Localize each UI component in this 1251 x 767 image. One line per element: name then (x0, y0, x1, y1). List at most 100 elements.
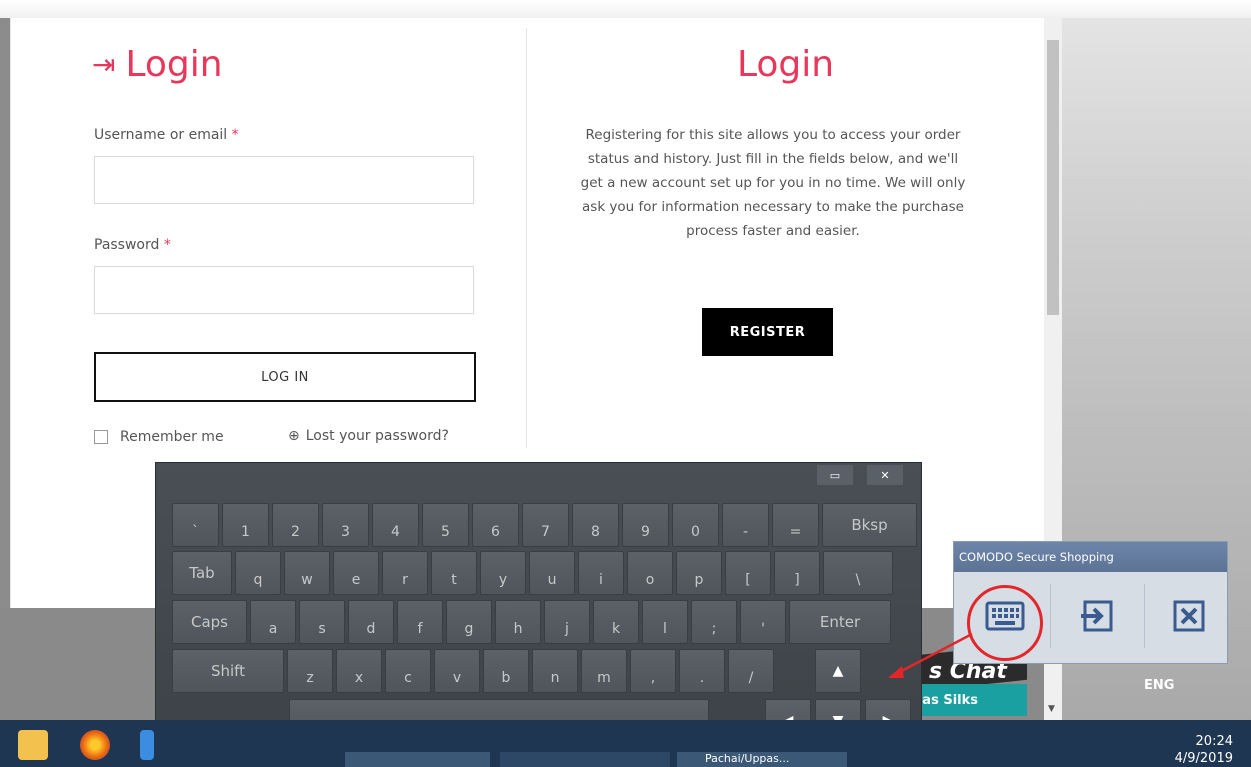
key-row4-9[interactable]: . (679, 649, 725, 693)
column-divider (526, 28, 527, 448)
required-mark: * (231, 127, 239, 143)
key-row2-13[interactable]: \ (823, 551, 893, 595)
taskbar-window[interactable] (345, 752, 490, 767)
scroll-down-icon[interactable]: ▼ (1048, 704, 1055, 714)
remember-me[interactable]: Remember me (94, 429, 224, 445)
required-mark: * (163, 237, 171, 253)
panel-separator (1144, 584, 1145, 648)
key-row2-2[interactable]: w (284, 551, 330, 595)
key-row3-3[interactable]: d (348, 600, 394, 644)
key-row3-1[interactable]: a (250, 600, 296, 644)
clock-date: 4/9/2019 (1174, 751, 1233, 766)
key-row3-7[interactable]: j (544, 600, 590, 644)
key-row4-8[interactable]: , (630, 649, 676, 693)
key-row4-2[interactable]: x (336, 649, 382, 693)
key-row4-3[interactable]: c (385, 649, 431, 693)
key-row1-4[interactable]: 4 (372, 503, 419, 547)
taskbar-window-active[interactable]: Pachai/Uppas... (677, 752, 847, 767)
system-clock[interactable]: 20:24 4/9/2019 (1175, 733, 1233, 767)
panel-separator (1050, 584, 1051, 648)
taskbar-window[interactable] (500, 752, 670, 767)
key-row1-8[interactable]: 8 (572, 503, 619, 547)
key-row2-3[interactable]: e (333, 551, 379, 595)
key-row1-0[interactable]: ` (172, 503, 219, 547)
key-row4-5[interactable]: b (483, 649, 529, 693)
key-row2-7[interactable]: u (529, 551, 575, 595)
lifebuoy-icon: ⊕ (288, 428, 300, 444)
key-row4-0[interactable]: Shift (172, 649, 284, 693)
language-indicator: ENG (1144, 678, 1175, 693)
login-heading: ⇥ Login (92, 44, 223, 85)
key-up[interactable]: ▲ (815, 649, 861, 693)
key-row3-6[interactable]: h (495, 600, 541, 644)
register-heading: Login (736, 44, 835, 85)
key-row1-5[interactable]: 5 (422, 503, 469, 547)
key-row2-8[interactable]: i (578, 551, 624, 595)
key-row1-2[interactable]: 2 (272, 503, 319, 547)
close-panel-button[interactable] (1146, 576, 1232, 656)
sign-in-icon: ⇥ (92, 48, 116, 81)
key-row1-9[interactable]: 9 (622, 503, 669, 547)
restore-icon: ▭ (829, 468, 841, 482)
username-input[interactable] (94, 156, 474, 204)
register-button-label: REGISTER (729, 324, 806, 340)
login-button[interactable]: LOG IN (94, 352, 476, 402)
exit-button[interactable] (1054, 576, 1140, 656)
firefox-icon[interactable] (80, 730, 110, 760)
key-row4-1[interactable]: z (287, 649, 333, 693)
key-row1-13[interactable]: Bksp (822, 503, 917, 547)
key-row3-5[interactable]: g (446, 600, 492, 644)
key-row1-1[interactable]: 1 (222, 503, 269, 547)
key-row4-10[interactable]: / (728, 649, 774, 693)
key-row4-7[interactable]: m (581, 649, 627, 693)
key-row1-11[interactable]: - (722, 503, 769, 547)
key-row2-0[interactable]: Tab (172, 551, 232, 595)
password-label-text: Password (94, 237, 160, 253)
virtual-keyboard: ▭ ✕ ` 1 2 3 4 5 6 7 8 9 0- = Bksp Tab q w e r t y u i o p[] \ Cap… (155, 462, 922, 755)
key-row3-8[interactable]: k (593, 600, 639, 644)
key-row2-12[interactable]: ] (774, 551, 820, 595)
register-description: Registering for this site allows you to … (580, 127, 966, 239)
key-row1-6[interactable]: 6 (472, 503, 519, 547)
file-explorer-icon[interactable] (18, 730, 48, 760)
key-row2-10[interactable]: p (676, 551, 722, 595)
lost-password-text: Lost your password? (305, 428, 449, 444)
key-row2-6[interactable]: y (480, 551, 526, 595)
clock-time: 20:24 (1195, 734, 1233, 749)
close-icon: ✕ (880, 468, 890, 482)
key-row1-7[interactable]: 7 (522, 503, 569, 547)
ad-line2: pas Silks (913, 693, 978, 708)
key-row1-3[interactable]: 3 (322, 503, 369, 547)
exit-icon (1081, 600, 1113, 632)
close-icon (1173, 600, 1205, 632)
screenshot-torn-edge (0, 0, 1251, 18)
edge-icon[interactable] (140, 730, 154, 760)
key-row4-6[interactable]: n (532, 649, 578, 693)
key-row3-0[interactable]: Caps (172, 600, 247, 644)
keyboard-restore-button[interactable]: ▭ (817, 465, 853, 485)
key-row3-12[interactable]: Enter (789, 600, 891, 644)
lost-password-link[interactable]: ⊕ Lost your password? (288, 428, 449, 444)
key-row2-4[interactable]: r (382, 551, 428, 595)
keyboard-close-button[interactable]: ✕ (867, 465, 903, 485)
login-button-label: LOG IN (261, 369, 309, 385)
register-button[interactable]: REGISTER (702, 308, 833, 356)
key-row1-10[interactable]: 0 (672, 503, 719, 547)
key-row3-9[interactable]: l (642, 600, 688, 644)
key-row3-4[interactable]: f (397, 600, 443, 644)
key-row3-2[interactable]: s (299, 600, 345, 644)
key-row4-4[interactable]: v (434, 649, 480, 693)
key-row2-9[interactable]: o (627, 551, 673, 595)
taskbar-window-text: Pachai/Uppas... (705, 752, 790, 765)
password-input[interactable] (94, 266, 474, 314)
remember-checkbox[interactable] (94, 430, 108, 444)
key-row3-11[interactable]: ' (740, 600, 786, 644)
key-row3-10[interactable]: ; (691, 600, 737, 644)
key-row2-11[interactable]: [ (725, 551, 771, 595)
key-row2-5[interactable]: t (431, 551, 477, 595)
key-row2-1[interactable]: q (235, 551, 281, 595)
remember-label: Remember me (120, 429, 224, 445)
key-row1-12[interactable]: = (772, 503, 819, 547)
scrollbar-thumb[interactable] (1047, 40, 1059, 315)
username-label-text: Username or email (94, 127, 228, 143)
